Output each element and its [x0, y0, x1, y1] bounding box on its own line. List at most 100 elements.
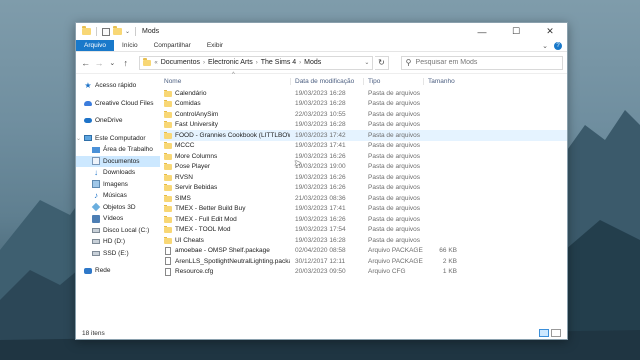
- folder-icon: [164, 205, 172, 213]
- table-row[interactable]: Fast University 19/03/2023 16:28 Pasta de …: [160, 120, 567, 131]
- column-header-name[interactable]: Nome: [160, 78, 290, 85]
- table-row[interactable]: SIMS 21/03/2023 08:36 Pasta de arquivos: [160, 193, 567, 204]
- close-button[interactable]: ✕: [533, 23, 567, 40]
- up-button[interactable]: ↑: [120, 56, 131, 70]
- breadcrumb-the-sims-4[interactable]: The Sims 4: [261, 59, 296, 66]
- file-date: 20/03/2023 09:50: [295, 268, 346, 276]
- sidebar-item-musicas[interactable]: ♪ Músicas: [76, 190, 160, 202]
- ribbon-tabs: Arquivo Início Compartilhar Exibir ⌄ ?: [76, 40, 567, 52]
- address-history-chevron-icon[interactable]: ⌄: [364, 59, 369, 66]
- chevron-right-icon[interactable]: ›: [299, 60, 301, 66]
- expand-arrow-icon[interactable]: ⌄: [76, 135, 81, 142]
- chevron-right-icon[interactable]: ›: [256, 60, 258, 66]
- breadcrumb-electronic-arts[interactable]: Electronic Arts: [208, 59, 253, 66]
- minimize-button[interactable]: —: [465, 23, 499, 40]
- table-row[interactable]: Servir Bebidas 19/03/2023 16:26 Pasta de a…: [160, 183, 567, 194]
- sidebar-item-este-computador[interactable]: ⌄ Este Computador: [76, 133, 160, 145]
- table-row[interactable]: RVSN 19/03/2023 16:26 Pasta de arquivos: [160, 172, 567, 183]
- file-name: Pose Player: [175, 163, 211, 171]
- file-explorer-window: ⌄ Mods — ☐ ✕ Arquivo Início Compartilhar…: [75, 22, 568, 340]
- sidebar-item-label: Imagens: [103, 180, 128, 188]
- sidebar-item-hd-d[interactable]: HD (D:): [76, 236, 160, 248]
- videos-icon: [92, 214, 100, 223]
- sidebar-item-disco-local-c[interactable]: Disco Local (C:): [76, 225, 160, 237]
- column-header-size[interactable]: Tamanho: [423, 77, 459, 85]
- star-icon: ★: [84, 80, 92, 90]
- sidebar-item-objetos-3d[interactable]: Objetos 3D: [76, 202, 160, 214]
- file-icon: [165, 246, 171, 255]
- file-type: Pasta de arquivos: [368, 152, 421, 160]
- table-row[interactable]: amoebae - OMSP Shelf.package 02/04/2020 0…: [160, 246, 567, 257]
- sidebar-item-ssd-e[interactable]: SSD (E:): [76, 248, 160, 260]
- chevron-right-icon[interactable]: ›: [203, 60, 205, 66]
- file-type: Pasta de arquivos: [368, 236, 421, 244]
- sidebar-item-area-de-trabalho[interactable]: Área de Trabalho: [76, 144, 160, 156]
- search-input[interactable]: [415, 59, 556, 66]
- table-row[interactable]: MCCC 19/03/2023 17:41 Pasta de arquivos: [160, 141, 567, 152]
- table-row[interactable]: TMEX - Full Edit Mod 19/03/2023 16:26 Past…: [160, 214, 567, 225]
- mouse-cursor-icon: ➤: [294, 158, 302, 168]
- file-date: 21/03/2023 08:36: [295, 194, 346, 202]
- item-count: 18 itens: [82, 329, 105, 337]
- table-row[interactable]: ArenLLS_SpotlightNeutralLighting.package…: [160, 256, 567, 267]
- table-row[interactable]: TMEX - TOOL Mod 19/03/2023 17:54 Pasta de …: [160, 225, 567, 236]
- file-type: Pasta de arquivos: [368, 205, 421, 213]
- search-box[interactable]: ⚲: [400, 55, 563, 70]
- table-row[interactable]: FOOD - Grannies Cookbook (LITTLBOWB... 19…: [160, 130, 567, 141]
- properties-icon[interactable]: [102, 27, 110, 36]
- file-name: ArenLLS_SpotlightNeutralLighting.package: [175, 257, 290, 265]
- tab-inicio[interactable]: Início: [114, 40, 146, 51]
- forward-button[interactable]: →: [93, 56, 104, 70]
- column-header-date[interactable]: Data de modificação: [290, 77, 363, 85]
- table-row[interactable]: UI Cheats 19/03/2023 16:28 Pasta de arquiv…: [160, 235, 567, 246]
- column-header-type[interactable]: Tipo: [363, 77, 423, 85]
- folder-icon: [164, 100, 172, 108]
- toolbar-separator: [96, 27, 97, 36]
- file-date: 19/03/2023 16:26: [295, 173, 346, 181]
- large-icons-view-icon[interactable]: [551, 329, 561, 337]
- new-folder-icon[interactable]: [113, 26, 122, 35]
- breadcrumb-documentos[interactable]: Documentos: [161, 59, 200, 66]
- sidebar-item-acesso-rapido[interactable]: ★ Acesso rápido: [76, 80, 160, 92]
- customize-toolbar-chevron-icon[interactable]: ⌄: [125, 28, 130, 35]
- table-row[interactable]: Resource.cfg 20/03/2023 09:50 Arquivo CFG 1…: [160, 267, 567, 278]
- sidebar-item-documentos[interactable]: Documentos: [76, 155, 160, 167]
- recent-locations-button[interactable]: ⌄: [107, 56, 118, 70]
- sidebar-item-rede[interactable]: Rede: [76, 265, 160, 277]
- back-button[interactable]: ←: [80, 56, 91, 70]
- sidebar-item-downloads[interactable]: ↓ Downloads: [76, 167, 160, 179]
- sidebar-item-onedrive[interactable]: OneDrive: [76, 115, 160, 127]
- breadcrumb-mods[interactable]: Mods: [304, 59, 321, 66]
- sidebar-item-label: Área de Trabalho: [103, 146, 153, 154]
- file-name: MCCC: [175, 142, 195, 150]
- sidebar-item-creative-cloud[interactable]: Creative Cloud Files: [76, 98, 160, 110]
- tab-compartilhar[interactable]: Compartilhar: [146, 40, 199, 51]
- sidebar-item-videos[interactable]: Vídeos: [76, 213, 160, 225]
- table-row[interactable]: More Columns 19/03/2023 16:26 Pasta de arq…: [160, 151, 567, 162]
- tab-arquivo[interactable]: Arquivo: [76, 40, 115, 51]
- breadcrumb-overflow[interactable]: «: [154, 60, 157, 66]
- file-name-cell: UI Cheats: [160, 236, 290, 244]
- tab-exibir[interactable]: Exibir: [199, 40, 231, 51]
- sidebar-item-imagens[interactable]: Imagens: [76, 179, 160, 191]
- address-bar[interactable]: « Documentos › Electronic Arts › The Sim…: [139, 55, 374, 70]
- help-icon[interactable]: ?: [554, 41, 562, 50]
- file-date: 19/03/2023 16:28: [295, 100, 346, 108]
- download-icon: ↓: [94, 167, 98, 177]
- table-row[interactable]: Pose Player 19/03/2023 19:00 Pasta de arqu…: [160, 162, 567, 173]
- table-row[interactable]: TMEX - Better Build Buy 19/03/2023 17:41 P…: [160, 204, 567, 215]
- maximize-button[interactable]: ☐: [499, 23, 533, 40]
- file-type: Pasta de arquivos: [368, 89, 421, 97]
- sidebar-item-label: Documentos: [103, 157, 140, 165]
- file-name: RVSN: [175, 173, 193, 181]
- table-row[interactable]: ControlAnySim 22/03/2023 10:55 Pasta de ar…: [160, 109, 567, 120]
- details-view-icon[interactable]: [539, 329, 549, 337]
- table-row[interactable]: Comidas 19/03/2023 16:28 Pasta de arquivos: [160, 99, 567, 110]
- refresh-button[interactable]: ↻: [375, 55, 389, 70]
- expand-ribbon-chevron-icon[interactable]: ⌄: [542, 42, 548, 50]
- file-name: Calendário: [175, 89, 207, 97]
- table-row[interactable]: Calendário 19/03/2023 16:28 Pasta de arqui…: [160, 88, 567, 99]
- file-type: Pasta de arquivos: [368, 142, 421, 150]
- folder-icon: [82, 26, 91, 35]
- file-list: ^ Nome Data de modificação Tipo Tamanho …: [160, 72, 567, 327]
